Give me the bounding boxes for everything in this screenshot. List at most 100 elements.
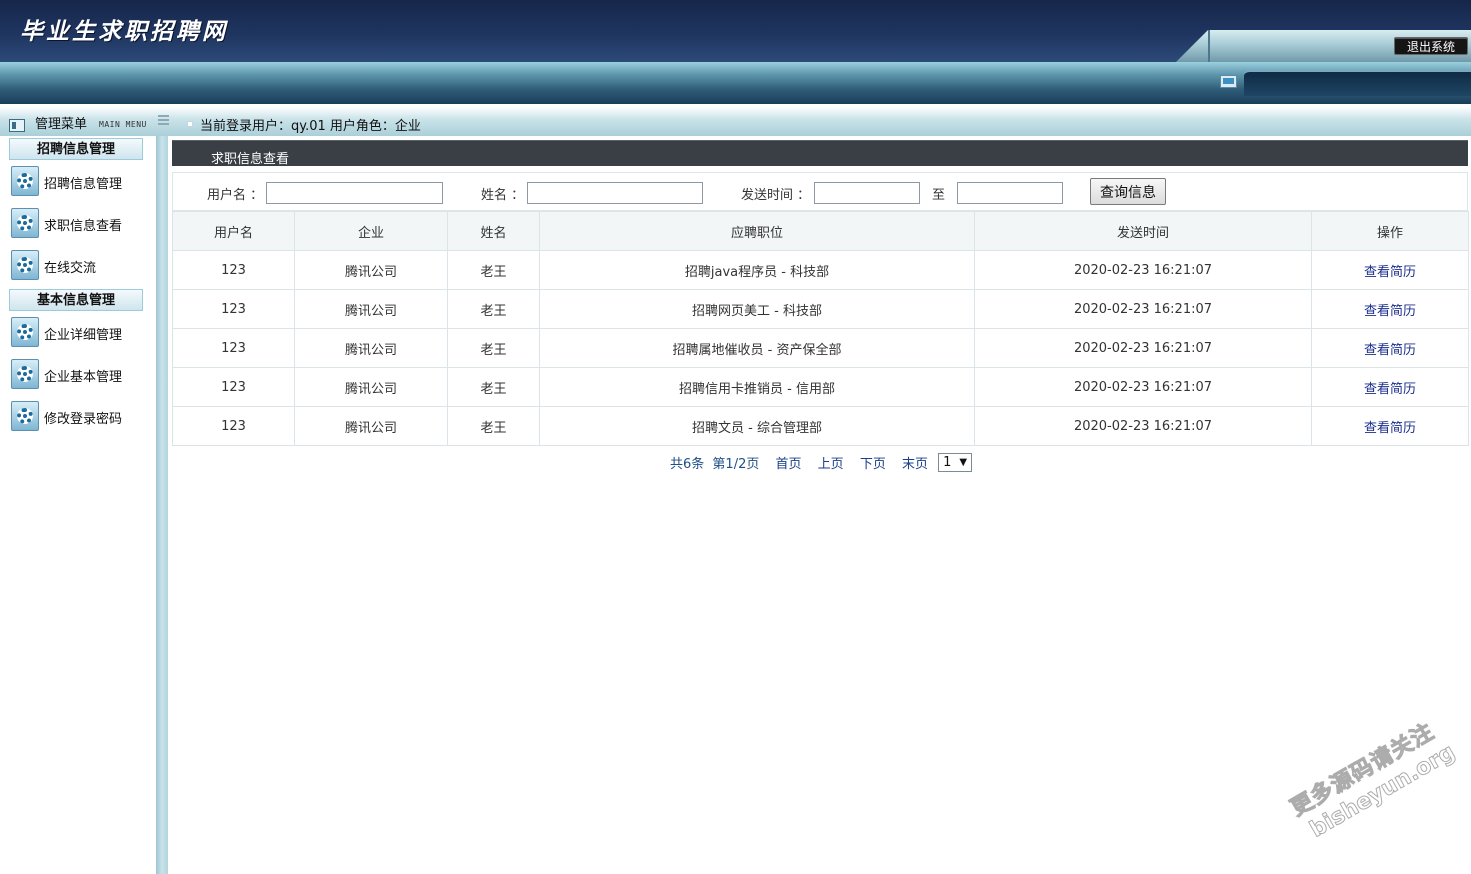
cell-send-time: 2020-02-23 16:21:07	[974, 367, 1312, 407]
cell-name: 老王	[447, 250, 540, 290]
sidebar-item-application-view[interactable]: 求职信息查看	[9, 208, 149, 242]
view-resume-link[interactable]: 查看简历	[1364, 421, 1416, 436]
app-window: 毕业生求职招聘网 退出系统 管理菜单 MAIN MENU 当前登录用户：qy.0…	[0, 0, 1471, 874]
sidebar-item-online-chat[interactable]: 在线交流	[9, 250, 149, 284]
pager-first-link[interactable]: 首页	[776, 453, 802, 472]
page-select[interactable]: 1 ▼	[938, 453, 973, 472]
column-header-position: 应聘职位	[539, 211, 975, 251]
cell-name: 老王	[447, 406, 540, 446]
watermark-line2: bisheyun.org	[1305, 739, 1460, 843]
gear-icon	[11, 401, 39, 431]
menu-group-recruit[interactable]: 招聘信息管理	[9, 138, 143, 160]
cell-action: 查看简历	[1311, 250, 1469, 290]
top-header: 毕业生求职招聘网 退出系统	[0, 0, 1471, 62]
username-input[interactable]	[266, 182, 443, 204]
sidebar-item-label: 企业详细管理	[44, 328, 123, 343]
search-form: 用户名 ： 姓名 ： 发送时间 ： 至 查询信息	[172, 172, 1468, 211]
cell-company: 腾讯公司	[294, 367, 448, 407]
column-header-action: 操作	[1311, 211, 1469, 251]
watermark-line1: 更多源码请关注	[1286, 719, 1439, 822]
pager-prev-link[interactable]: 上页	[818, 453, 844, 472]
sidebar-divider	[156, 136, 168, 874]
username-label: 用户名 ：	[207, 188, 264, 203]
gear-icon	[11, 359, 39, 389]
column-header-name: 姓名	[447, 211, 540, 251]
current-user-info: 当前登录用户：qy.01 用户角色：企业	[200, 119, 421, 134]
band-bar-decoration	[1244, 70, 1471, 96]
header-band	[0, 62, 1471, 104]
cell-send-time: 2020-02-23 16:21:07	[974, 250, 1312, 290]
cell-name: 老王	[447, 328, 540, 368]
menu-group-basic[interactable]: 基本信息管理	[9, 289, 143, 311]
cell-company: 腾讯公司	[294, 289, 448, 329]
gear-icon	[11, 317, 39, 347]
cell-action: 查看简历	[1311, 406, 1469, 446]
send-time-from-input[interactable]	[814, 182, 920, 204]
site-title: 毕业生求职招聘网	[20, 18, 228, 45]
table-row: 123 腾讯公司 老王 招聘属地催收员 - 资产保全部 2020-02-23 1…	[172, 328, 1469, 368]
gear-icon	[11, 208, 39, 238]
search-button[interactable]: 查询信息	[1090, 178, 1166, 205]
panel-title-bar: 求职信息查看	[172, 140, 1468, 167]
cell-action: 查看简历	[1311, 289, 1469, 329]
bullet-icon	[187, 121, 193, 127]
watermark: 更多源码请关注 bisheyun.org	[1273, 681, 1471, 874]
cell-username: 123	[172, 328, 295, 368]
logout-button[interactable]: 退出系统	[1394, 37, 1468, 55]
sidebar-item-change-password[interactable]: 修改登录密码	[9, 401, 149, 435]
cell-username: 123	[172, 250, 295, 290]
cell-company: 腾讯公司	[294, 250, 448, 290]
to-label: 至	[932, 188, 946, 203]
cell-position: 招聘java程序员 - 科技部	[539, 250, 975, 290]
cell-username: 123	[172, 367, 295, 407]
menu-toggle-icon[interactable]	[158, 115, 169, 125]
column-header-send-time: 发送时间	[974, 211, 1312, 251]
pager-next-link[interactable]: 下页	[860, 453, 886, 472]
name-label: 姓名 ：	[481, 188, 525, 203]
cell-position: 招聘属地催收员 - 资产保全部	[539, 328, 975, 368]
view-resume-link[interactable]: 查看简历	[1364, 343, 1416, 358]
pager-last-link[interactable]: 末页	[902, 453, 928, 472]
gear-icon	[11, 250, 39, 280]
cell-username: 123	[172, 289, 295, 329]
sidebar-item-label: 在线交流	[44, 261, 97, 276]
sidebar-item-label: 修改登录密码	[44, 412, 123, 427]
cell-name: 老王	[447, 367, 540, 407]
cell-company: 腾讯公司	[294, 328, 448, 368]
gear-icon	[11, 166, 39, 196]
table-row: 123 腾讯公司 老王 招聘java程序员 - 科技部 2020-02-23 1…	[172, 250, 1469, 290]
monitor-icon	[1220, 75, 1237, 88]
page-select-value: 1	[943, 455, 952, 470]
cell-send-time: 2020-02-23 16:21:07	[974, 289, 1312, 329]
cell-position: 招聘网页美工 - 科技部	[539, 289, 975, 329]
send-time-to-input[interactable]	[957, 182, 1063, 204]
column-header-username: 用户名	[172, 211, 295, 251]
sidebar-item-recruit-manage[interactable]: 招聘信息管理	[9, 166, 149, 200]
view-resume-link[interactable]: 查看简历	[1364, 265, 1416, 280]
table-row: 123 腾讯公司 老王 招聘文员 - 综合管理部 2020-02-23 16:2…	[172, 406, 1469, 446]
sidebar-item-company-detail[interactable]: 企业详细管理	[9, 317, 149, 351]
cell-company: 腾讯公司	[294, 406, 448, 446]
sidebar-item-company-basic[interactable]: 企业基本管理	[9, 359, 149, 393]
cell-position: 招聘信用卡推销员 - 信用部	[539, 367, 975, 407]
cell-name: 老王	[447, 289, 540, 329]
column-header-company: 企业	[294, 211, 448, 251]
sidebar	[0, 136, 156, 874]
menu-title-en: MAIN MENU	[99, 120, 147, 129]
table-row: 123 腾讯公司 老王 招聘信用卡推销员 - 信用部 2020-02-23 16…	[172, 367, 1469, 407]
cell-send-time: 2020-02-23 16:21:07	[974, 406, 1312, 446]
table-header-row: 用户名 企业 姓名 应聘职位 发送时间 操作	[172, 211, 1469, 251]
cell-username: 123	[172, 406, 295, 446]
page-title: 求职信息查看	[211, 152, 290, 167]
view-resume-link[interactable]: 查看简历	[1364, 304, 1416, 319]
table-row: 123 腾讯公司 老王 招聘网页美工 - 科技部 2020-02-23 16:2…	[172, 289, 1469, 329]
cell-send-time: 2020-02-23 16:21:07	[974, 328, 1312, 368]
menu-title: 管理菜单	[35, 117, 88, 132]
applications-table: 用户名 企业 姓名 应聘职位 发送时间 操作 123 腾讯公司 老王 招聘jav…	[172, 211, 1469, 446]
sidebar-item-label: 企业基本管理	[44, 370, 123, 385]
cell-action: 查看简历	[1311, 328, 1469, 368]
menu-panel-icon	[9, 119, 25, 132]
name-input[interactable]	[527, 182, 703, 204]
cell-action: 查看简历	[1311, 367, 1469, 407]
view-resume-link[interactable]: 查看简历	[1364, 382, 1416, 397]
